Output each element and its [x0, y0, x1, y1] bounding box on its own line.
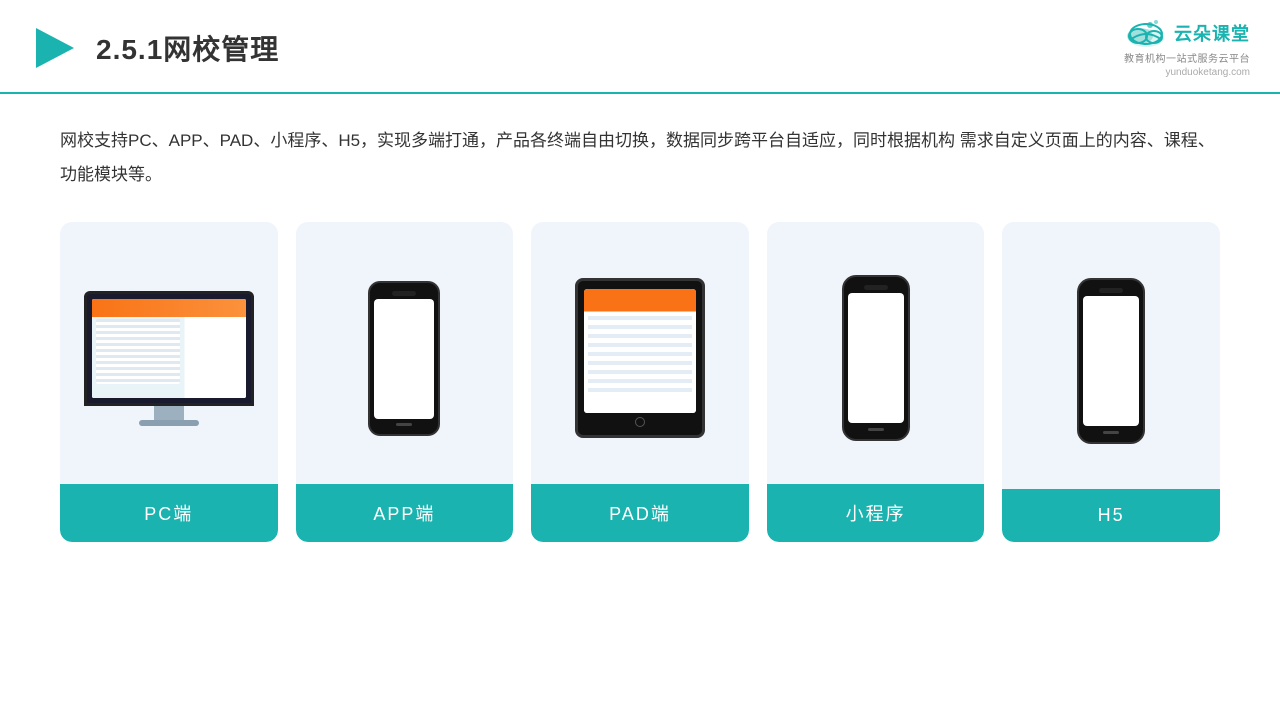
platform-cards: PC端 APP端: [60, 222, 1220, 542]
card-miniprogram-label: 小程序: [767, 484, 985, 542]
card-miniprogram-image: [767, 222, 985, 484]
page-body: 网校支持PC、APP、PAD、小程序、H5，实现多端打通，产品各终端自由切换，数…: [0, 94, 1280, 562]
card-pc: PC端: [60, 222, 278, 542]
logo-tagline: 教育机构一站式服务云平台: [1124, 50, 1250, 65]
card-h5-image: [1002, 222, 1220, 489]
header-left: 2.5.1网校管理: [30, 24, 279, 72]
logo-url: yunduoketang.com: [1165, 67, 1250, 78]
card-h5: H5: [1002, 222, 1220, 542]
pc-monitor-mock: [84, 291, 254, 426]
page-title: 2.5.1网校管理: [96, 28, 279, 68]
logo-area: 云朵课堂 教育机构一站式服务云平台 yunduoketang.com: [1124, 18, 1250, 78]
card-pad-label: PAD端: [531, 484, 749, 542]
miniprogram-phone-mock: [842, 275, 910, 441]
logo-text: 云朵课堂: [1174, 20, 1250, 46]
card-app-image: [296, 222, 514, 484]
card-app: APP端: [296, 222, 514, 542]
app-phone-mock: [368, 281, 440, 436]
pad-tablet-mock: [575, 278, 705, 438]
play-icon: [30, 24, 78, 72]
card-pad: PAD端: [531, 222, 749, 542]
card-app-label: APP端: [296, 484, 514, 542]
logo-cloud: 云朵课堂: [1124, 18, 1250, 48]
page-header: 2.5.1网校管理 云朵课堂 教育机构一站式服务云平台 yunduoketang…: [0, 0, 1280, 94]
card-h5-label: H5: [1002, 489, 1220, 542]
card-miniprogram: 小程序: [767, 222, 985, 542]
card-pc-label: PC端: [60, 484, 278, 542]
page-description: 网校支持PC、APP、PAD、小程序、H5，实现多端打通，产品各终端自由切换，数…: [60, 124, 1220, 192]
cloud-icon: [1124, 18, 1168, 48]
card-pad-image: [531, 222, 749, 484]
h5-phone-mock: [1077, 278, 1145, 444]
card-pc-image: [60, 222, 278, 484]
